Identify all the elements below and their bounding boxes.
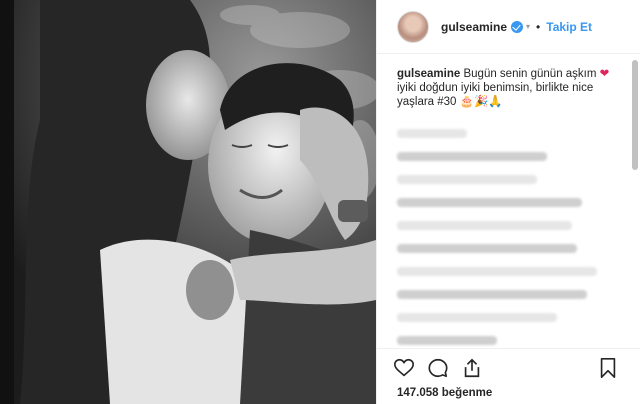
username-link[interactable]: gulseamine (441, 20, 507, 34)
instagram-post-modal: gulseamine ▾ • Takip Et gulseamine Bugün… (0, 0, 640, 404)
blurred-comment (397, 290, 587, 299)
chevron-down-icon[interactable]: ▾ (526, 22, 530, 31)
share-icon[interactable] (461, 357, 483, 379)
bookmark-icon[interactable] (597, 357, 619, 379)
caption-username[interactable]: gulseamine (397, 68, 460, 80)
caption-emojis: 🎂🎉🙏 (459, 96, 503, 108)
comments-list: gulseamine Bugün senin günün aşkım ❤ iyi… (377, 55, 640, 347)
blurred-comment (397, 129, 467, 138)
follow-button[interactable]: Takip Et (546, 20, 592, 34)
blurred-comment (397, 244, 577, 253)
post-photo[interactable] (0, 0, 376, 404)
comment-icon[interactable] (427, 357, 449, 379)
post-header: gulseamine ▾ • Takip Et (377, 0, 640, 54)
blurred-comment (397, 152, 547, 161)
blurred-comment (397, 313, 557, 322)
post-sidebar: gulseamine ▾ • Takip Et gulseamine Bugün… (376, 0, 640, 404)
caption-text: Bugün senin günün aşkım (460, 68, 597, 80)
verified-badge-icon (511, 20, 524, 33)
comments-scrollbar[interactable] (632, 60, 638, 170)
blurred-comment (397, 175, 537, 184)
blurred-comment (397, 336, 497, 345)
red-heart-icon: ❤ (599, 68, 610, 80)
blurred-comment (397, 267, 597, 276)
likes-count[interactable]: 147.058 beğenme (397, 387, 492, 399)
avatar[interactable] (397, 10, 429, 43)
post-caption: gulseamine Bugün senin günün aşkım ❤ iyi… (397, 67, 621, 109)
heart-outline-icon[interactable] (393, 357, 415, 379)
blurred-comment (397, 221, 572, 230)
blurred-comment (397, 198, 582, 207)
photo-image (0, 0, 376, 404)
post-actions: 147.058 beğenme (377, 348, 640, 404)
separator-dot: • (536, 19, 541, 34)
